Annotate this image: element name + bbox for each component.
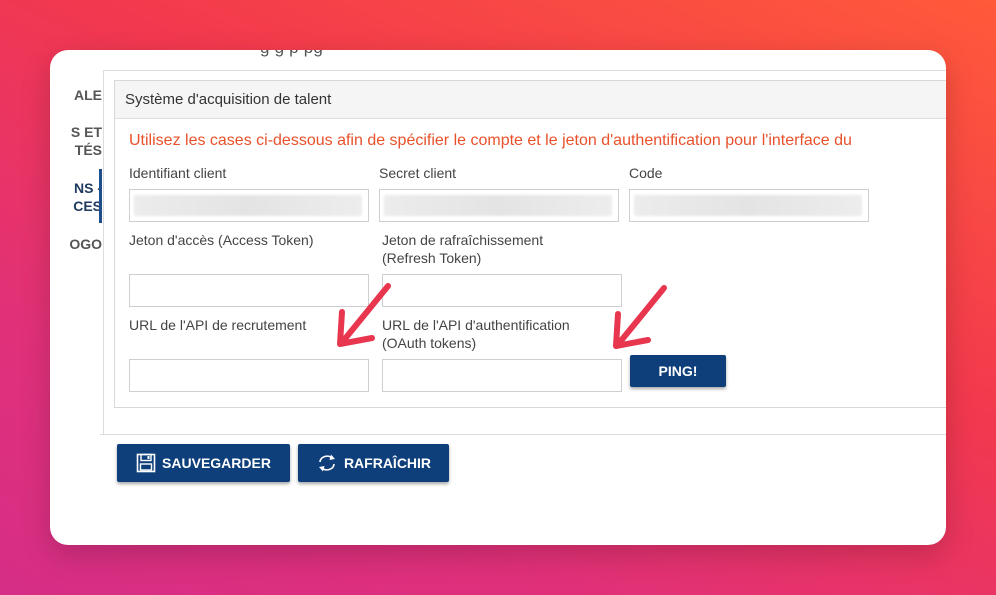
client-secret-label: Secret client bbox=[379, 165, 457, 181]
talent-acquisition-panel: Système d'acquisition de talent Utilisez… bbox=[114, 80, 946, 408]
auth-api-url-label: URL de l'API d'authentification (OAuth t… bbox=[382, 317, 570, 351]
footer-divider bbox=[100, 434, 946, 435]
sidebar-active-indicator bbox=[99, 169, 102, 223]
redacted-value bbox=[634, 195, 862, 216]
arrow-icon bbox=[337, 283, 391, 347]
recruit-api-url-label: URL de l'API de recrutement bbox=[129, 317, 307, 333]
save-button-label: SAUVEGARDER bbox=[162, 455, 271, 471]
code-label: Code bbox=[629, 165, 663, 181]
panel-title: Système d'acquisition de talent bbox=[115, 81, 946, 119]
info-message: Utilisez les cases ci-dessous afin de sp… bbox=[129, 132, 852, 149]
refresh-icon bbox=[316, 453, 338, 473]
ping-button[interactable]: PING! bbox=[630, 355, 726, 387]
save-button[interactable]: SAUVEGARDER bbox=[117, 444, 290, 482]
auth-api-url-input[interactable] bbox=[382, 359, 622, 392]
refresh-token-input[interactable] bbox=[382, 274, 622, 307]
code-field[interactable] bbox=[629, 189, 869, 222]
refresh-button[interactable]: RAFRAÎCHIR bbox=[298, 444, 449, 482]
redacted-value bbox=[384, 195, 612, 216]
client-id-field[interactable] bbox=[129, 189, 369, 222]
sidebar: ALE S ET TÉS NS - CES OGO bbox=[50, 50, 102, 430]
sidebar-item-logo[interactable]: OGO bbox=[69, 235, 102, 253]
recruit-api-url-input[interactable] bbox=[129, 359, 369, 392]
client-secret-field[interactable] bbox=[379, 189, 619, 222]
refresh-button-label: RAFRAÎCHIR bbox=[343, 455, 432, 471]
client-id-label: Identifiant client bbox=[129, 165, 227, 181]
sidebar-item-integrations[interactable]: NS - CES bbox=[73, 179, 102, 215]
redacted-value bbox=[134, 195, 362, 216]
refresh-token-label: Jeton de rafraîchissement (Refresh Token… bbox=[382, 232, 544, 266]
access-token-label: Jeton d'accès (Access Token) bbox=[129, 232, 314, 248]
arrow-icon bbox=[613, 285, 667, 349]
settings-window: g g p pg ALE S ET TÉS NS - CES OGO Systè… bbox=[50, 50, 946, 545]
top-cut-text: g g p pg bbox=[260, 50, 323, 58]
sidebar-item-users[interactable]: S ET TÉS bbox=[71, 123, 102, 159]
floppy-disk-icon bbox=[136, 453, 156, 473]
sidebar-item-general[interactable]: ALE bbox=[74, 86, 102, 104]
